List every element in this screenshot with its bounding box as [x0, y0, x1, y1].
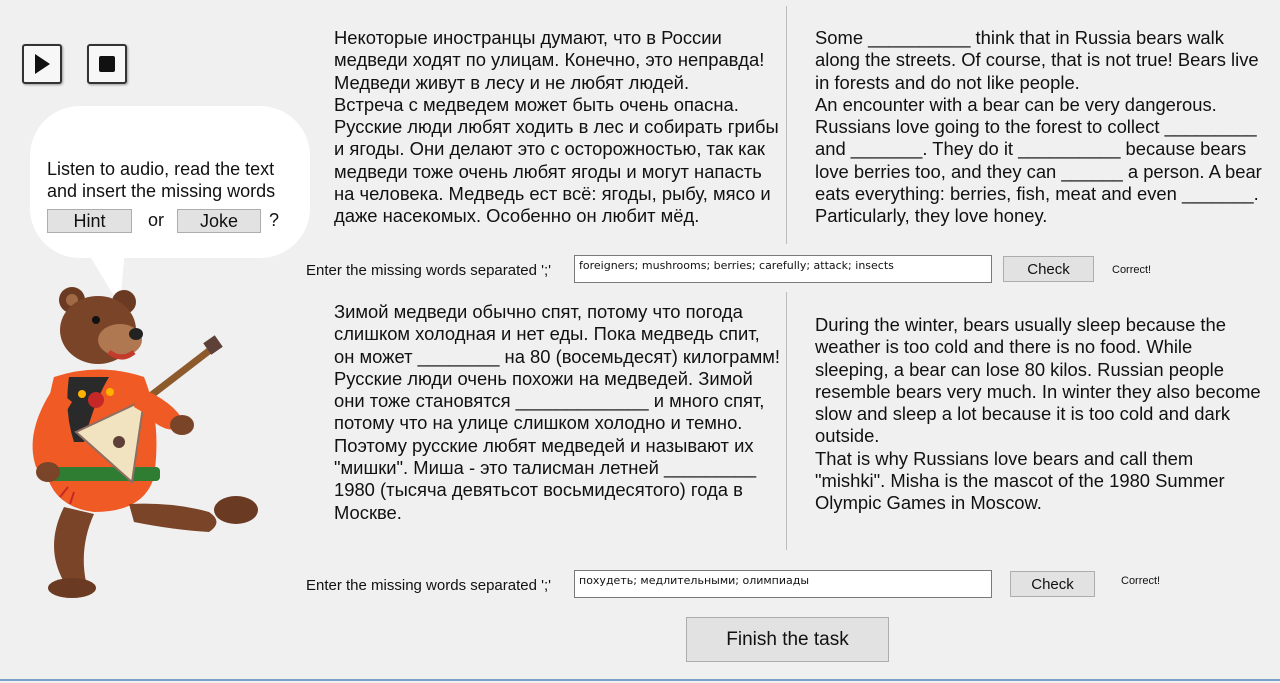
hint-button[interactable]: Hint: [47, 209, 132, 233]
or-label: or: [148, 210, 165, 230]
play-icon: [35, 54, 50, 74]
finish-task-button[interactable]: Finish the task: [686, 617, 889, 662]
status-label-1: Correct!: [1112, 264, 1152, 276]
status-label-2: Correct!: [1121, 575, 1161, 587]
window-bottom-border: [0, 679, 1280, 681]
answer-label-1: Enter the missing words separated ';': [306, 262, 552, 279]
russian-text-1: Некоторые иностранцы думают, что в Росси…: [334, 27, 779, 227]
stop-icon: [99, 56, 115, 72]
english-text-1: Some __________ think that in Russia bea…: [815, 27, 1262, 227]
check-button-1[interactable]: Check: [1003, 256, 1094, 282]
column-divider-1: [786, 6, 787, 244]
bear-balalaika-illustration: [32, 287, 258, 598]
answer-input-1[interactable]: [574, 255, 992, 283]
stop-button[interactable]: [87, 44, 127, 84]
play-button[interactable]: [22, 44, 62, 84]
question-mark: ?: [269, 210, 280, 230]
answer-label-2: Enter the missing words separated ';': [306, 577, 552, 594]
check-button-2[interactable]: Check: [1010, 571, 1095, 597]
english-text-2: During the winter, bears usually sleep b…: [815, 314, 1261, 514]
answer-input-2[interactable]: [574, 570, 992, 598]
joke-button[interactable]: Joke: [177, 209, 261, 233]
russian-text-2: Зимой медведи обычно спят, потому что по…: [334, 301, 780, 523]
instruction-text: Listen to audio, read the text and inser…: [47, 159, 276, 201]
column-divider-2: [786, 292, 787, 550]
